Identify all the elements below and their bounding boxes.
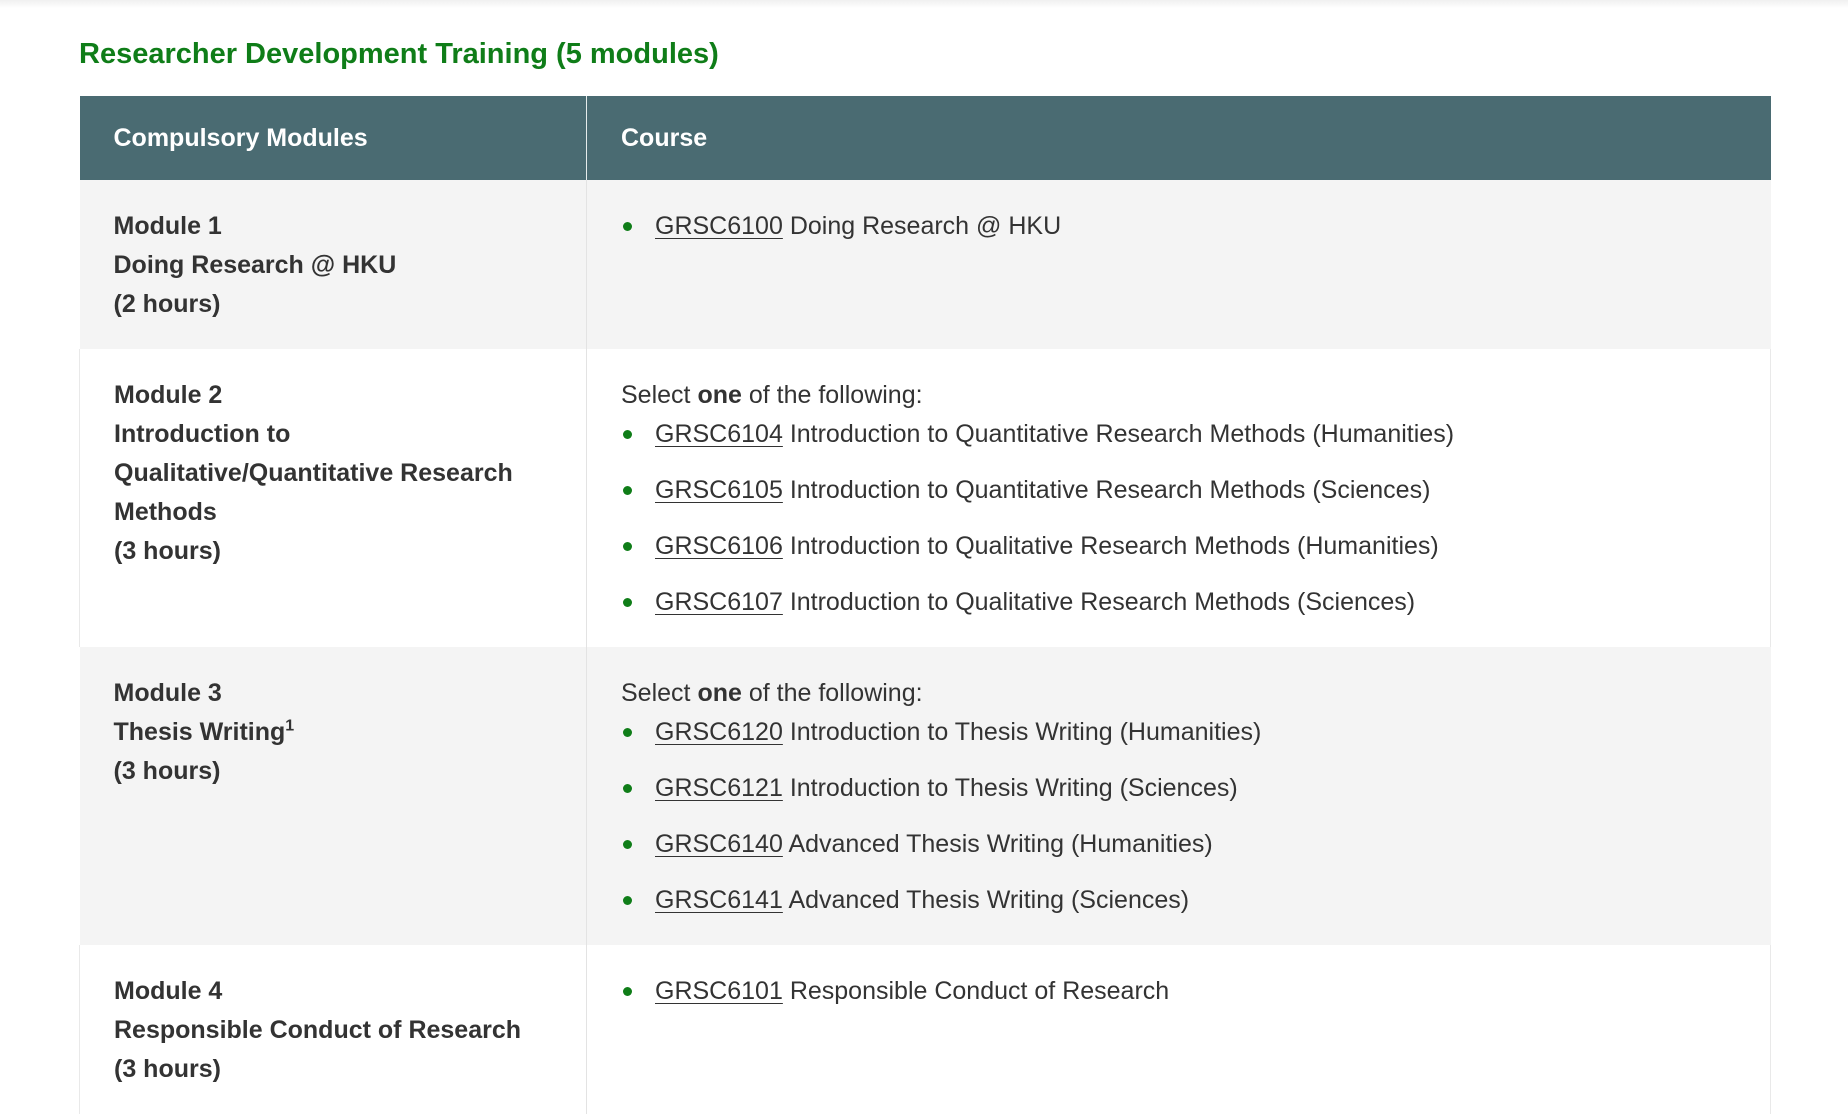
module-duration: (3 hours) xyxy=(114,537,221,565)
header-compulsory-modules: Compulsory Modules xyxy=(79,96,587,180)
list-item: GRSC6101 Responsible Conduct of Research xyxy=(621,972,1736,1011)
course-link-grsc6106[interactable]: GRSC6106 xyxy=(655,532,783,560)
course-link-grsc6140[interactable]: GRSC6140 xyxy=(655,830,783,858)
table-row-module-2: Module 2 Introduction to Qualitative/Qua… xyxy=(79,349,1771,647)
course-link-grsc6105[interactable]: GRSC6105 xyxy=(655,476,783,504)
module-title-line-2: Qualitative/Quantitative Research xyxy=(114,459,513,487)
course-link-grsc6100[interactable]: GRSC6100 xyxy=(655,212,783,240)
list-item: GRSC6107 Introduction to Qualitative Res… xyxy=(621,583,1736,622)
module-cell: Module 4 Responsible Conduct of Research… xyxy=(79,945,587,1114)
module-title: Responsible Conduct of Research xyxy=(114,1016,522,1044)
course-title: Introduction to Quantitative Research Me… xyxy=(789,476,1431,504)
list-item: GRSC6140 Advanced Thesis Writing (Humani… xyxy=(621,825,1737,864)
course-list: GRSC6101 Responsible Conduct of Research xyxy=(621,972,1736,1011)
select-instruction: Select one of the following: xyxy=(621,674,1737,713)
module-title-text: Thesis Writing xyxy=(113,718,286,746)
course-title: Advanced Thesis Writing (Humanities) xyxy=(788,830,1213,858)
select-emphasis: one xyxy=(697,679,742,707)
bullet-icon xyxy=(623,598,632,607)
module-cell: Module 1 Doing Research @ HKU (2 hours) xyxy=(79,180,587,349)
module-cell: Module 3 Thesis Writing1 (3 hours) xyxy=(79,647,587,945)
course-title: Responsible Conduct of Research xyxy=(789,977,1170,1005)
module-duration: (3 hours) xyxy=(113,757,221,785)
module-duration: (2 hours) xyxy=(113,290,221,318)
course-list: GRSC6100 Doing Research @ HKU xyxy=(621,207,1737,246)
select-instruction: Select one of the following: xyxy=(621,376,1736,415)
top-shadow xyxy=(0,0,1848,8)
bullet-icon xyxy=(623,840,632,849)
bullet-icon xyxy=(623,987,632,996)
course-cell: GRSC6100 Doing Research @ HKU xyxy=(586,180,1771,349)
list-item: GRSC6141 Advanced Thesis Writing (Scienc… xyxy=(621,881,1737,920)
module-title-line-1: Introduction to xyxy=(114,420,291,448)
bullet-icon xyxy=(623,222,632,231)
select-suffix: of the following: xyxy=(741,679,923,707)
course-title: Introduction to Thesis Writing (Sciences… xyxy=(789,774,1238,802)
course-title: Introduction to Qualitative Research Met… xyxy=(789,532,1439,560)
bullet-icon xyxy=(623,728,632,737)
course-title: Introduction to Thesis Writing (Humaniti… xyxy=(789,718,1262,746)
footnote-marker: 1 xyxy=(285,717,295,735)
course-cell: GRSC6101 Responsible Conduct of Research xyxy=(586,945,1771,1114)
select-prefix: Select xyxy=(621,381,698,409)
module-duration: (3 hours) xyxy=(114,1055,221,1083)
modules-table: Compulsory Modules Course Module 1 Doing… xyxy=(79,96,1771,1114)
bullet-icon xyxy=(623,430,632,439)
module-cell: Module 2 Introduction to Qualitative/Qua… xyxy=(79,349,587,647)
course-link-grsc6107[interactable]: GRSC6107 xyxy=(655,588,783,616)
course-link-grsc6101[interactable]: GRSC6101 xyxy=(655,977,783,1005)
list-item: GRSC6120 Introduction to Thesis Writing … xyxy=(621,713,1737,752)
list-item: GRSC6100 Doing Research @ HKU xyxy=(621,207,1737,246)
course-list: GRSC6120 Introduction to Thesis Writing … xyxy=(621,713,1737,920)
select-emphasis: one xyxy=(697,381,742,409)
module-label: Module 2 xyxy=(114,381,223,409)
table-row-module-1: Module 1 Doing Research @ HKU (2 hours) … xyxy=(79,180,1771,349)
bullet-icon xyxy=(623,896,632,905)
course-title: Advanced Thesis Writing (Sciences) xyxy=(788,886,1190,914)
list-item: GRSC6106 Introduction to Qualitative Res… xyxy=(621,527,1736,566)
module-label: Module 1 xyxy=(113,212,222,240)
course-list: GRSC6104 Introduction to Quantitative Re… xyxy=(621,415,1736,622)
course-title: Doing Research @ HKU xyxy=(789,212,1062,240)
course-link-grsc6104[interactable]: GRSC6104 xyxy=(655,420,783,448)
select-prefix: Select xyxy=(621,679,698,707)
bullet-icon xyxy=(623,486,632,495)
course-cell: Select one of the following: GRSC6120 In… xyxy=(586,647,1771,945)
course-link-grsc6141[interactable]: GRSC6141 xyxy=(655,886,783,914)
module-label: Module 4 xyxy=(114,977,223,1005)
table-header-row: Compulsory Modules Course xyxy=(79,96,1771,180)
list-item: GRSC6104 Introduction to Quantitative Re… xyxy=(621,415,1736,454)
module-title: Thesis Writing1 xyxy=(114,713,553,752)
bullet-icon xyxy=(623,784,632,793)
course-title: Introduction to Quantitative Research Me… xyxy=(789,420,1455,448)
table-row-module-3: Module 3 Thesis Writing1 (3 hours) Selec… xyxy=(79,647,1771,945)
course-link-grsc6121[interactable]: GRSC6121 xyxy=(655,774,783,802)
course-cell: Select one of the following: GRSC6104 In… xyxy=(586,349,1771,647)
module-label: Module 3 xyxy=(113,679,222,707)
list-item: GRSC6121 Introduction to Thesis Writing … xyxy=(621,769,1737,808)
module-title-line-3: Methods xyxy=(114,498,217,526)
select-suffix: of the following: xyxy=(741,381,923,409)
list-item: GRSC6105 Introduction to Quantitative Re… xyxy=(621,471,1736,510)
course-link-grsc6120[interactable]: GRSC6120 xyxy=(655,718,783,746)
table-row-module-4: Module 4 Responsible Conduct of Research… xyxy=(79,945,1771,1114)
header-course: Course xyxy=(586,96,1771,180)
bullet-icon xyxy=(623,542,632,551)
course-title: Introduction to Qualitative Research Met… xyxy=(789,588,1416,616)
module-title: Doing Research @ HKU xyxy=(113,251,397,279)
section-title: Researcher Development Training (5 modul… xyxy=(79,38,719,70)
